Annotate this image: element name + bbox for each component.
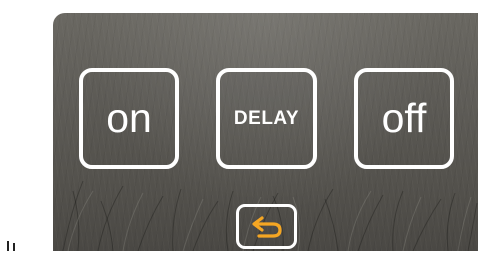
- delay-button[interactable]: DELAY: [216, 68, 317, 169]
- return-arrow-icon: [249, 214, 285, 240]
- off-button-label: off: [381, 95, 427, 141]
- back-button[interactable]: [236, 204, 297, 249]
- on-button[interactable]: on: [79, 68, 179, 169]
- off-button[interactable]: off: [354, 68, 454, 169]
- on-button-label: on: [106, 95, 152, 141]
- delay-button-label: DELAY: [233, 108, 300, 129]
- control-panel: on DELAY off: [53, 13, 478, 251]
- edge-mark: [6, 236, 18, 251]
